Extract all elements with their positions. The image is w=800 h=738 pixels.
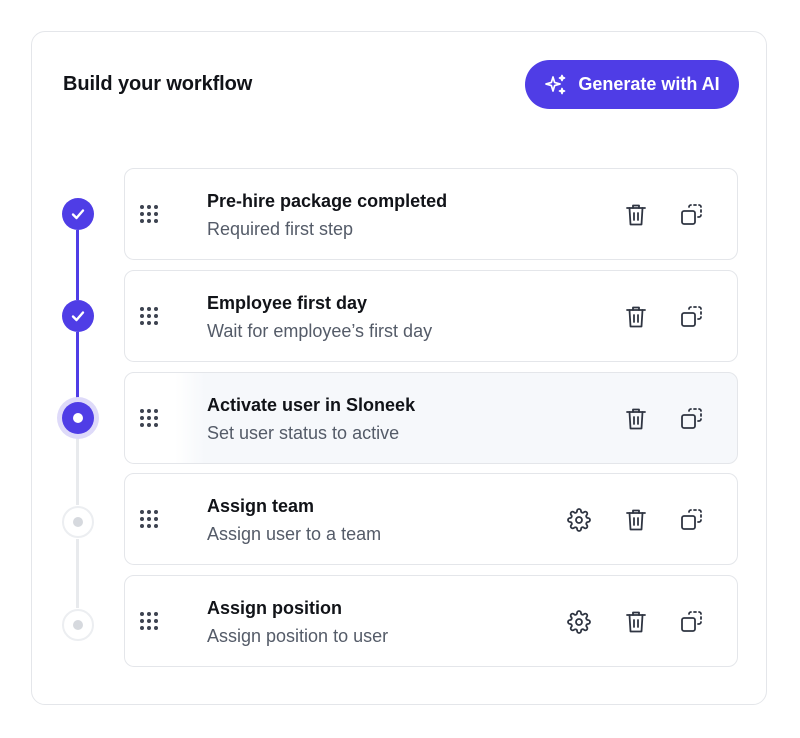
- step-title: Assign position: [207, 598, 342, 618]
- duplicate-icon: [681, 611, 702, 632]
- workflow-step[interactable]: Assign position Assign position to user: [124, 575, 738, 667]
- gear-icon: [567, 508, 591, 532]
- pending-indicator: [73, 620, 83, 630]
- duplicate-step-button[interactable]: [679, 406, 705, 432]
- timeline-connector: [76, 230, 79, 300]
- trash-icon: [626, 509, 646, 531]
- step-title: Activate user in Sloneek: [207, 395, 416, 415]
- step-status-pending: [62, 506, 94, 538]
- timeline-connector: [76, 539, 79, 608]
- step-status-completed: [62, 300, 94, 332]
- duplicate-step-button[interactable]: [679, 304, 705, 330]
- timeline-connector: [76, 437, 79, 505]
- duplicate-step-button[interactable]: [679, 609, 705, 635]
- trash-icon: [626, 306, 646, 328]
- step-subtitle: Assign user to a team: [207, 524, 382, 544]
- generate-with-ai-label: Generate with AI: [578, 74, 720, 94]
- step-title: Pre-hire package completed: [207, 191, 448, 211]
- generate-with-ai-button[interactable]: Generate with AI: [525, 60, 739, 109]
- workflow-card: Build your workflow Generate with AI Pre…: [31, 31, 767, 705]
- sparkles-icon: [545, 74, 566, 94]
- trash-icon: [626, 204, 646, 226]
- pending-indicator: [73, 517, 83, 527]
- check-icon: [71, 311, 85, 322]
- delete-step-button[interactable]: [623, 202, 649, 228]
- workflow-step[interactable]: Pre-hire package completed Required firs…: [124, 168, 738, 260]
- page-title: Build your workflow: [63, 73, 253, 95]
- step-status-active: [62, 402, 94, 434]
- gear-icon: [567, 610, 591, 634]
- delete-step-button[interactable]: [623, 609, 649, 635]
- check-icon: [71, 209, 85, 220]
- step-settings-button[interactable]: [566, 609, 592, 635]
- drag-handle-icon[interactable]: [139, 408, 159, 428]
- step-subtitle: Required first step: [207, 219, 354, 239]
- step-subtitle: Wait for employee’s first day: [207, 321, 433, 341]
- step-subtitle: Assign position to user: [207, 626, 389, 646]
- drag-handle-icon[interactable]: [139, 306, 159, 326]
- duplicate-step-button[interactable]: [679, 507, 705, 533]
- drag-handle-icon[interactable]: [139, 204, 159, 224]
- duplicate-icon: [681, 509, 702, 530]
- step-subtitle: Set user status to active: [207, 423, 400, 443]
- step-title: Employee first day: [207, 293, 368, 313]
- delete-step-button[interactable]: [623, 304, 649, 330]
- step-title: Assign team: [207, 496, 315, 516]
- workflow-step[interactable]: Assign team Assign user to a team: [124, 473, 738, 565]
- trash-icon: [626, 408, 646, 430]
- workflow-step[interactable]: Employee first day Wait for employee’s f…: [124, 270, 738, 362]
- timeline-connector: [76, 332, 79, 402]
- duplicate-step-button[interactable]: [679, 202, 705, 228]
- delete-step-button[interactable]: [623, 406, 649, 432]
- step-status-completed: [62, 198, 94, 230]
- drag-handle-icon[interactable]: [139, 611, 159, 631]
- trash-icon: [626, 611, 646, 633]
- step-status-pending: [62, 609, 94, 641]
- delete-step-button[interactable]: [623, 507, 649, 533]
- duplicate-icon: [681, 306, 702, 327]
- workflow-step-active[interactable]: Activate user in Sloneek Set user status…: [124, 372, 738, 464]
- duplicate-icon: [681, 204, 702, 225]
- duplicate-icon: [681, 408, 702, 429]
- drag-handle-icon[interactable]: [139, 509, 159, 529]
- active-indicator: [73, 413, 83, 423]
- step-settings-button[interactable]: [566, 507, 592, 533]
